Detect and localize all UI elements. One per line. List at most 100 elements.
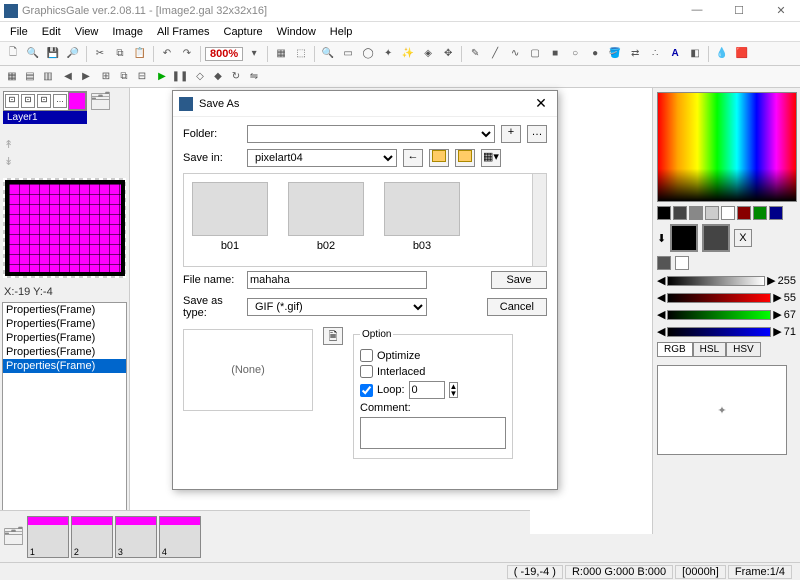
- wand-icon[interactable]: ✨: [399, 45, 417, 63]
- zoom-down-icon[interactable]: ▾: [245, 45, 263, 63]
- swatch[interactable]: [705, 206, 719, 220]
- pen-icon[interactable]: ✎: [466, 45, 484, 63]
- close-button[interactable]: ✕: [766, 4, 796, 17]
- layer-up-icon[interactable]: ↟: [4, 138, 125, 151]
- preview-doc-button[interactable]: 🗎: [323, 327, 343, 345]
- color-palette[interactable]: [657, 92, 797, 202]
- loop-checkbox[interactable]: [360, 384, 373, 397]
- line-icon[interactable]: ╱: [486, 45, 504, 63]
- zoom-level[interactable]: 800%: [205, 47, 243, 61]
- filled-oval-icon[interactable]: ●: [586, 45, 604, 63]
- slider-left-icon[interactable]: ◀: [657, 274, 665, 287]
- swatch[interactable]: [673, 206, 687, 220]
- slider-left-icon[interactable]: ◀: [657, 325, 665, 338]
- color-icon[interactable]: 🟥: [733, 45, 751, 63]
- onion2-icon[interactable]: ◆: [210, 69, 226, 85]
- slider-right-icon[interactable]: ▶: [767, 274, 775, 287]
- menu-help[interactable]: Help: [324, 24, 359, 40]
- select-oval-icon[interactable]: ◯: [359, 45, 377, 63]
- swatch[interactable]: [753, 206, 767, 220]
- more-folder-button[interactable]: …: [527, 125, 547, 143]
- up-folder-button[interactable]: [429, 149, 449, 167]
- slider-left-icon[interactable]: ◀: [657, 308, 665, 321]
- slider-right-icon[interactable]: ▶: [773, 291, 781, 304]
- swatch[interactable]: [675, 256, 689, 270]
- frame-tool2-icon[interactable]: ▤: [22, 69, 38, 85]
- slider-b[interactable]: [667, 327, 771, 337]
- undo-icon[interactable]: ↶: [158, 45, 176, 63]
- savein-combo[interactable]: pixelart04: [247, 149, 397, 167]
- new-folder-button[interactable]: [455, 149, 475, 167]
- frame-thumb[interactable]: 2: [71, 516, 113, 558]
- list-item[interactable]: Properties(Frame): [3, 345, 126, 359]
- swatch[interactable]: [769, 206, 783, 220]
- swatch[interactable]: [721, 206, 735, 220]
- swatch[interactable]: [657, 256, 671, 270]
- slider-g[interactable]: [667, 310, 771, 320]
- move-icon[interactable]: ✥: [439, 45, 457, 63]
- browse-icon[interactable]: 🔎: [64, 45, 82, 63]
- cancel-button[interactable]: Cancel: [487, 298, 547, 316]
- insert-frame-icon[interactable]: ⊞: [98, 69, 114, 85]
- spray-icon[interactable]: ∴: [646, 45, 664, 63]
- save-button[interactable]: Save: [491, 271, 547, 289]
- layers-icon[interactable]: 🗂: [89, 91, 112, 112]
- menu-image[interactable]: Image: [106, 24, 149, 40]
- swatch[interactable]: [657, 206, 671, 220]
- filetype-combo[interactable]: GIF (*.gif): [247, 298, 427, 316]
- onion-icon[interactable]: ◇: [192, 69, 208, 85]
- eyedrop-icon[interactable]: 💧: [713, 45, 731, 63]
- frame-tool1-icon[interactable]: ▦: [4, 69, 20, 85]
- redo-icon[interactable]: ↷: [178, 45, 196, 63]
- next-frame-icon[interactable]: ▶: [78, 69, 94, 85]
- fg-color[interactable]: [670, 224, 698, 252]
- swatch[interactable]: [689, 206, 703, 220]
- prev-frame-icon[interactable]: ◀: [60, 69, 76, 85]
- loop-input[interactable]: [409, 381, 445, 399]
- dialog-close-button[interactable]: ✕: [531, 95, 551, 112]
- bg-color[interactable]: [702, 224, 730, 252]
- optimize-checkbox[interactable]: [360, 349, 373, 362]
- file-browser[interactable]: b01 b02 b03: [183, 173, 547, 267]
- file-item[interactable]: b02: [288, 182, 364, 258]
- swap-down-icon[interactable]: ⬇: [657, 232, 666, 245]
- slider-left-icon[interactable]: ◀: [657, 291, 665, 304]
- save-icon[interactable]: 💾: [44, 45, 62, 63]
- slider-right-icon[interactable]: ▶: [773, 308, 781, 321]
- folder-combo[interactable]: [247, 125, 495, 143]
- frame-thumb[interactable]: 4: [159, 516, 201, 558]
- menu-file[interactable]: File: [4, 24, 34, 40]
- mini-canvas[interactable]: [5, 180, 125, 276]
- list-item[interactable]: Properties(Frame): [3, 359, 126, 373]
- scrollbar[interactable]: [532, 174, 546, 266]
- select-rect-icon[interactable]: ▭: [339, 45, 357, 63]
- file-item[interactable]: b03: [384, 182, 460, 258]
- cut-icon[interactable]: ✂: [91, 45, 109, 63]
- slider-r[interactable]: [667, 293, 771, 303]
- frame-tool3-icon[interactable]: ▥: [40, 69, 56, 85]
- layer-row[interactable]: ⊡⊡⊡…: [3, 91, 87, 111]
- frame-thumb[interactable]: 1: [27, 516, 69, 558]
- slider-right-icon[interactable]: ▶: [773, 325, 781, 338]
- add-folder-button[interactable]: +: [501, 125, 521, 143]
- comment-input[interactable]: [360, 417, 506, 449]
- layer-down-icon[interactable]: ↡: [4, 155, 125, 168]
- curve-icon[interactable]: ∿: [506, 45, 524, 63]
- swatch[interactable]: [737, 206, 751, 220]
- copy-icon[interactable]: ⧉: [111, 45, 129, 63]
- menu-window[interactable]: Window: [271, 24, 322, 40]
- tab-rgb[interactable]: RGB: [657, 342, 693, 357]
- color-select-icon[interactable]: ◈: [419, 45, 437, 63]
- list-item[interactable]: Properties(Frame): [3, 303, 126, 317]
- snap-icon[interactable]: ⬚: [292, 45, 310, 63]
- antialias-icon[interactable]: ◧: [686, 45, 704, 63]
- spinner-icon[interactable]: ▲▼: [449, 382, 459, 398]
- menu-allframes[interactable]: All Frames: [151, 24, 216, 40]
- open-icon[interactable]: 🔍: [24, 45, 42, 63]
- view-mode-button[interactable]: ▦▾: [481, 149, 501, 167]
- slider-v[interactable]: [667, 276, 765, 286]
- lasso-icon[interactable]: ✦: [379, 45, 397, 63]
- zoomin-icon[interactable]: 🔍: [319, 45, 337, 63]
- menu-edit[interactable]: Edit: [36, 24, 67, 40]
- paste-icon[interactable]: 📋: [131, 45, 149, 63]
